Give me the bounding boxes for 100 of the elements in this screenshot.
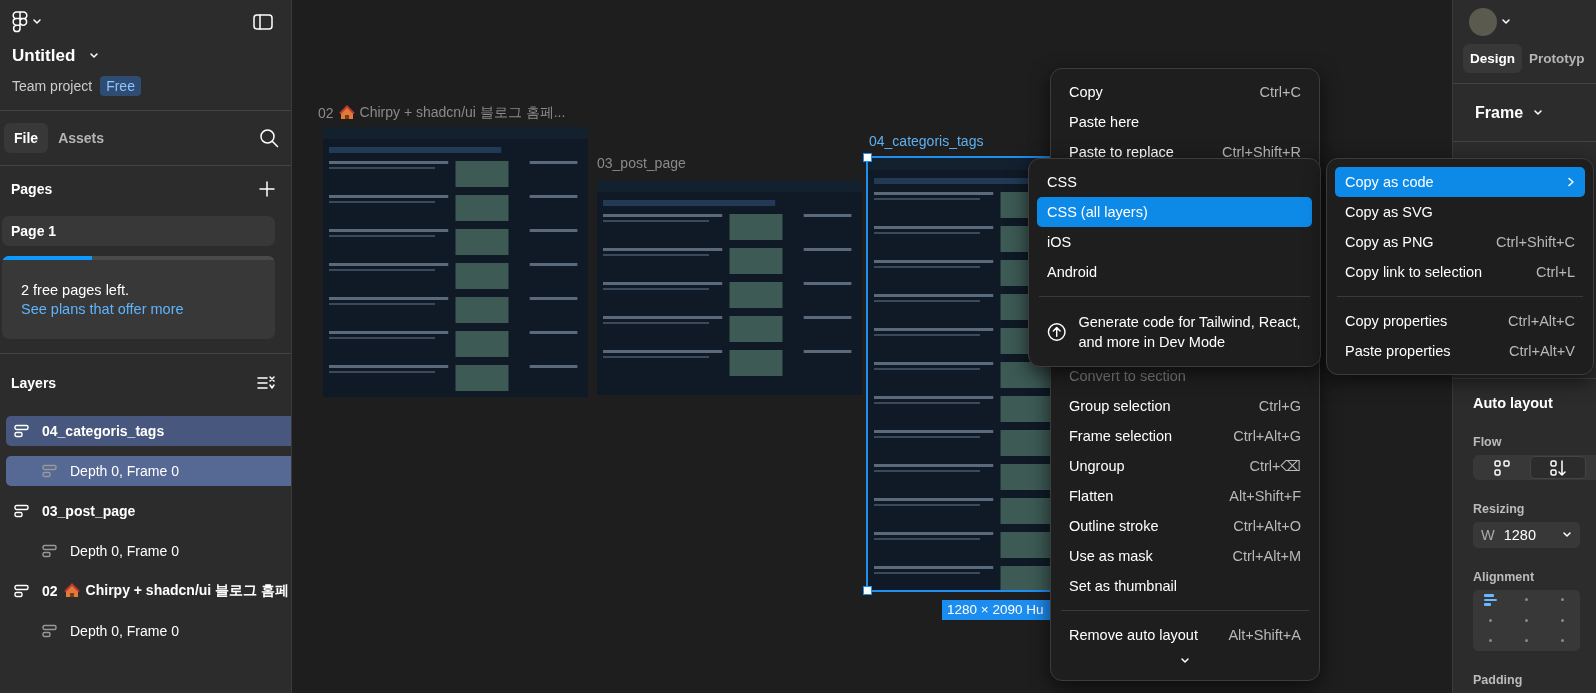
pages-left-message: 2 free pages left. <box>20 281 130 298</box>
list-filter-icon[interactable] <box>257 375 275 391</box>
page-item[interactable]: Page 1 <box>2 216 275 246</box>
plan-badge: Free <box>100 76 141 96</box>
alignment-dot[interactable] <box>1525 639 1528 643</box>
frame-layer-icon <box>14 424 30 438</box>
layer-row[interactable]: 03_post_page <box>6 496 291 526</box>
menu-item[interactable]: Copy link to selection Ctrl+L <box>1335 257 1585 287</box>
menu-item[interactable]: iOS <box>1037 227 1312 257</box>
alignment-dot[interactable] <box>1525 618 1528 622</box>
flow-option[interactable] <box>1530 455 1586 480</box>
auto-layout-heading: Auto layout <box>1472 393 1554 411</box>
alignment-dot[interactable] <box>1560 639 1564 643</box>
layer-name: 02 <box>42 583 58 599</box>
panel-tab[interactable]: File <box>4 123 49 153</box>
menu-item[interactable]: Ungroup Ctrl+⌫ <box>1059 451 1311 481</box>
layer-row[interactable]: Depth 0, Frame 0 <box>6 536 291 566</box>
shortcut: Ctrl+Alt+M <box>1232 548 1301 564</box>
layer-name: 03_post_page <box>42 503 136 519</box>
frame-layer-icon <box>14 584 30 598</box>
layer-row[interactable]: Depth 0, Frame 0 <box>6 616 291 646</box>
menu-item[interactable]: Remove auto layout Alt+Shift+A <box>1059 620 1311 650</box>
menu-item[interactable]: Paste here <box>1059 107 1311 137</box>
main-menu-button[interactable] <box>12 11 42 33</box>
layer-name: Depth 0, Frame 0 <box>70 543 179 559</box>
chevron-down-icon[interactable] <box>1533 108 1544 117</box>
menu-item[interactable]: Copy as SVG <box>1335 197 1585 227</box>
menu-item[interactable]: Outline stroke Ctrl+Alt+O <box>1059 511 1311 541</box>
frame-name[interactable]: Chirpy + shadcn/ui 블로그 홈페... <box>359 104 566 122</box>
panel-tab[interactable]: Assets <box>48 123 115 153</box>
plus-icon[interactable] <box>259 181 275 197</box>
width-value: 1280 <box>1503 526 1537 543</box>
menu-item[interactable]: Copy properties Ctrl+Alt+C <box>1335 306 1585 336</box>
alignment-dot[interactable] <box>1525 598 1528 602</box>
menu-item[interactable]: Group selection Ctrl+G <box>1059 391 1311 421</box>
frame-preview-drawing[interactable] <box>597 180 862 395</box>
frame-layer-icon <box>42 464 58 478</box>
layer-row[interactable]: 04_categoris_tags <box>6 416 291 446</box>
figma-logo-icon <box>12 11 28 33</box>
frame-type-dropdown[interactable]: Frame <box>1475 103 1524 122</box>
layer-name: 04_categoris_tags <box>42 423 165 439</box>
layer-row[interactable]: 02 Chirpy + shadcn/ui 블로그 홈페 <box>6 576 291 606</box>
alignment-dot[interactable] <box>1560 618 1564 622</box>
width-field[interactable]: W 1280 <box>1473 522 1580 548</box>
flow-control[interactable] <box>1473 454 1596 481</box>
file-title[interactable]: Untitled <box>12 46 76 66</box>
shortcut: Ctrl+G <box>1258 398 1301 414</box>
menu-item[interactable]: CSS (all layers) <box>1037 197 1312 227</box>
panel-tab[interactable]: Prototyp <box>1522 44 1592 74</box>
vertical-layout-icon <box>1550 459 1566 476</box>
frame-name[interactable]: 02 <box>318 105 334 121</box>
layer-name: Depth 0, Frame 0 <box>70 623 179 639</box>
layer-name: Depth 0, Frame 0 <box>70 463 179 479</box>
menu-item[interactable]: Copy as code <box>1335 167 1585 197</box>
menu-item[interactable]: Copy Ctrl+C <box>1059 77 1311 107</box>
chevron-down-icon[interactable] <box>32 18 42 26</box>
plans-link[interactable]: See plans that offer more <box>21 301 184 317</box>
padding-label: Padding <box>1472 672 1524 689</box>
menu-item[interactable]: CSS <box>1037 167 1312 197</box>
menu-item[interactable]: Android <box>1037 257 1312 287</box>
chevron-down-icon[interactable] <box>1562 530 1572 539</box>
menu-item[interactable]: Generate code for Tailwind, React, and more in Dev Mode <box>1037 306 1312 358</box>
shortcut: Ctrl+C <box>1259 84 1301 100</box>
alignment-label: Alignment <box>1472 568 1536 586</box>
resize-handle[interactable] <box>863 586 872 595</box>
shortcut: Ctrl+⌫ <box>1249 458 1301 474</box>
shortcut: Ctrl+Alt+V <box>1508 343 1575 359</box>
layer-name: Chirpy + shadcn/ui 블로그 홈페 <box>85 582 289 600</box>
shortcut: Ctrl+Alt+O <box>1233 518 1301 534</box>
menu-item[interactable]: Frame selection Ctrl+Alt+G <box>1059 421 1311 451</box>
frame-name[interactable]: 04_categoris_tags <box>869 133 984 149</box>
frame-name[interactable]: 03_post_page <box>597 155 686 171</box>
frame-layer-icon <box>42 624 58 638</box>
wrap-layout-icon <box>1494 459 1510 476</box>
layers-heading: Layers <box>11 375 57 391</box>
alignment-dot[interactable] <box>1560 598 1564 602</box>
shortcut: Ctrl+Alt+C <box>1508 313 1575 329</box>
menu-item[interactable]: Set as thumbnail <box>1059 571 1311 601</box>
search-icon[interactable] <box>259 128 279 148</box>
sidebar-toggle-icon[interactable] <box>253 14 273 30</box>
menu-item[interactable]: Copy as PNG Ctrl+Shift+C <box>1335 227 1585 257</box>
resize-handle[interactable] <box>863 153 872 162</box>
frame-preview-drawing[interactable] <box>323 127 588 397</box>
shortcut: Ctrl+L <box>1535 264 1575 280</box>
alignment-dot[interactable] <box>1489 639 1493 643</box>
flow-label: Flow <box>1472 433 1503 451</box>
chevron-down-icon[interactable] <box>1180 657 1190 665</box>
alignment-icon[interactable] <box>1484 594 1498 606</box>
menu-item[interactable]: Flatten Alt+Shift+F <box>1059 481 1311 511</box>
panel-tab[interactable]: Design <box>1463 44 1522 74</box>
menu-item[interactable]: Use as mask Ctrl+Alt+M <box>1059 541 1311 571</box>
project-name: Team project <box>12 78 93 94</box>
shortcut: Ctrl+Alt+G <box>1233 428 1301 444</box>
chevron-down-icon[interactable] <box>1501 18 1511 27</box>
layer-row[interactable]: Depth 0, Frame 0 <box>6 456 291 486</box>
menu-item[interactable]: Paste properties Ctrl+Alt+V <box>1335 336 1585 366</box>
alignment-dot[interactable] <box>1489 618 1493 622</box>
chevron-down-icon[interactable] <box>89 52 100 60</box>
shortcut: Alt+Shift+F <box>1229 488 1301 504</box>
frame-layer-icon <box>42 544 58 558</box>
